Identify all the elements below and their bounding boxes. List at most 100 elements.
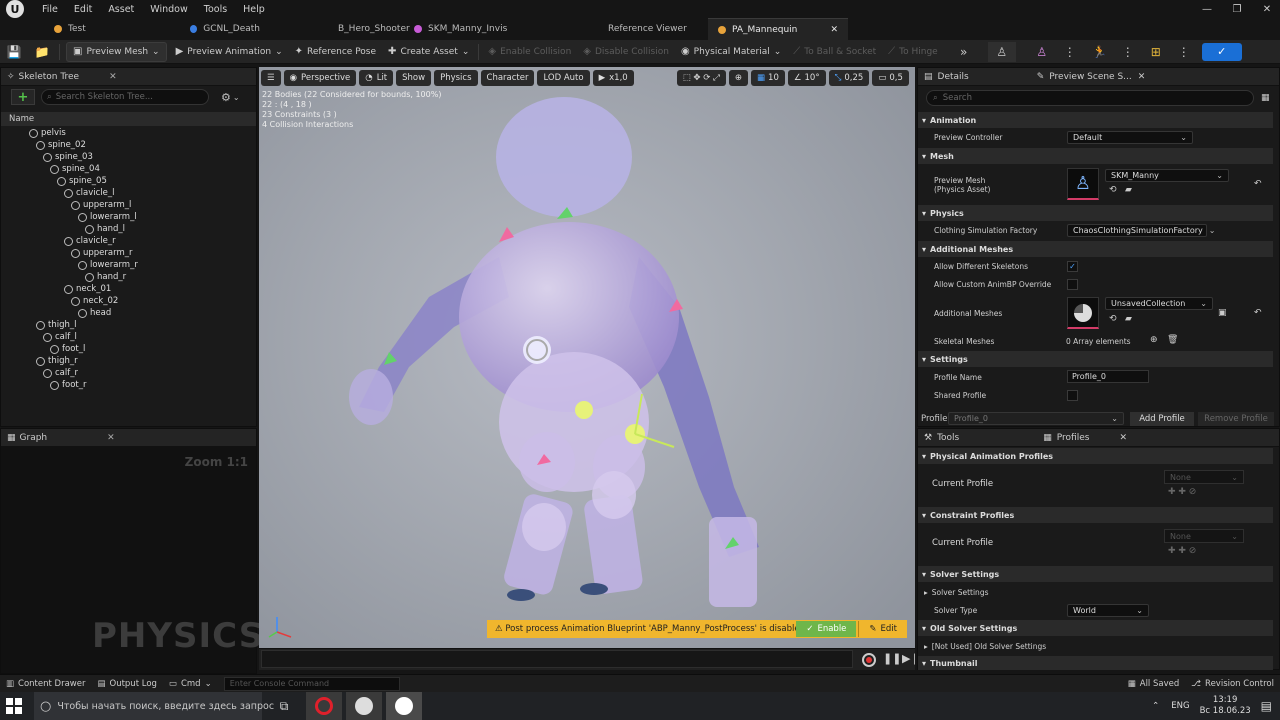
record-button[interactable]: [862, 653, 876, 667]
bone-foot-r[interactable]: foot_r: [50, 379, 86, 391]
pause-icon[interactable]: ❚❚: [883, 652, 901, 665]
obs-app-icon[interactable]: [346, 692, 382, 720]
tab-hero-shooter[interactable]: B_Hero_ShooterManneq...: [270, 18, 410, 40]
tools-tab[interactable]: Tools: [937, 433, 959, 443]
bone-neck-02[interactable]: neck_02: [71, 295, 118, 307]
bone-foot-l[interactable]: foot_l: [50, 343, 85, 355]
preview-animation-button[interactable]: ▶ Preview Animation ⌄: [170, 42, 289, 62]
shared-profile-checkbox[interactable]: [1067, 390, 1078, 401]
to-hinge-button[interactable]: ⟋ To Hinge: [882, 42, 944, 62]
tab-pa-mannequin[interactable]: PA_Mannequin ✕: [708, 18, 848, 40]
clothing-factory-dropdown[interactable]: ChaosClothingSimulationFactory ⌄: [1067, 224, 1215, 237]
task-view-icon[interactable]: ⧉: [270, 699, 298, 714]
camera-speed-button[interactable]: ▭ 0,5: [872, 70, 909, 86]
section-mesh[interactable]: ▾ Mesh: [918, 148, 1273, 164]
bone-spine-05[interactable]: spine_05: [57, 175, 107, 187]
bone-spine-03[interactable]: spine_03: [43, 151, 93, 163]
menu-window[interactable]: Window: [142, 4, 195, 15]
physics-button[interactable]: Physics: [434, 70, 478, 86]
play-rate-button[interactable]: ▶ x1,0: [592, 70, 634, 86]
viewport[interactable]: ☰ ◉ Perspective ◔ Lit Show Physics Charact…: [259, 67, 915, 670]
enable-collision-button[interactable]: ◈ Enable Collision: [482, 42, 577, 62]
preview-mesh-dropdown[interactable]: SKM_Manny ⌄: [1105, 169, 1229, 182]
section-old-solver-settings[interactable]: ▾ Old Solver Settings: [918, 620, 1273, 636]
bone-pelvis[interactable]: pelvis: [29, 127, 66, 139]
bone-hand-l[interactable]: hand_l: [85, 223, 125, 235]
profile-actions-icon[interactable]: ✚ ✚ ⊘: [1168, 487, 1196, 497]
bone-lowerarm-l[interactable]: lowerarm_l: [78, 211, 137, 223]
more-options-icon[interactable]: ⋮: [1056, 42, 1084, 62]
bone-upperarm-r[interactable]: upperarm_r: [71, 247, 132, 259]
lit-button[interactable]: ◔ Lit: [359, 70, 394, 86]
revision-control-button[interactable]: ⎇ Revision Control: [1185, 679, 1280, 689]
add-profile-button[interactable]: Add Profile: [1130, 412, 1194, 426]
preview-controller-dropdown[interactable]: Default ⌄: [1067, 131, 1193, 144]
output-log-button[interactable]: ▤ Output Log: [91, 679, 162, 689]
skeleton-mode-icon[interactable]: ♙: [987, 41, 1016, 62]
physical-animation-profile-dropdown[interactable]: None ⌄: [1164, 470, 1244, 484]
windows-start-icon[interactable]: [6, 698, 22, 714]
trash-icon[interactable]: 🗑: [1167, 335, 1178, 345]
bone-clavicle-r[interactable]: clavicle_r: [64, 235, 116, 247]
viewport-menu-button[interactable]: ☰: [261, 70, 281, 86]
to-ball-socket-button[interactable]: ⟋ To Ball & Socket: [787, 42, 882, 62]
reference-pose-button[interactable]: ✦ Reference Pose: [289, 42, 382, 62]
tab-gcnl-death[interactable]: GCNL_Death: [130, 18, 270, 40]
menu-help[interactable]: Help: [235, 4, 273, 15]
add-bone-button[interactable]: +: [11, 89, 35, 105]
save-icon[interactable]: ▣: [1218, 308, 1227, 318]
bone-clavicle-l[interactable]: clavicle_l: [64, 187, 115, 199]
use-selected-icon[interactable]: ⟲: [1109, 314, 1117, 324]
minimize-icon[interactable]: —: [1192, 0, 1222, 18]
bone-neck-01[interactable]: neck_01: [64, 283, 111, 295]
clock[interactable]: 13:19 Вс 18.06.23: [1200, 695, 1251, 717]
skm-manny-thumbnail[interactable]: ♙: [1067, 168, 1099, 200]
bone-spine-04[interactable]: spine_04: [50, 163, 100, 175]
unreal-app-icon[interactable]: [386, 692, 422, 720]
name-column-header[interactable]: Name: [1, 112, 256, 126]
tab-reference-viewer[interactable]: Reference Viewer: [550, 18, 708, 40]
browse-icon[interactable]: ▰: [1125, 185, 1132, 195]
close-icon[interactable]: ✕: [1119, 433, 1127, 443]
bone-hand-r[interactable]: hand_r: [85, 271, 126, 283]
bone-lowerarm-r[interactable]: lowerarm_r: [78, 259, 138, 271]
cmd-button[interactable]: ▭ Cmd ⌄: [163, 679, 218, 689]
remove-profile-button[interactable]: Remove Profile: [1198, 412, 1274, 426]
lod-button[interactable]: LOD Auto: [537, 70, 590, 86]
unreal-logo-icon[interactable]: U: [6, 0, 24, 18]
edit-button[interactable]: ✎ Edit: [858, 621, 907, 637]
bone-thigh-r[interactable]: thigh_r: [36, 355, 78, 367]
all-saved-button[interactable]: ▦ All Saved: [1122, 679, 1186, 689]
transform-tools[interactable]: ⬚ ✥ ⟳ ⤢: [676, 70, 726, 86]
character-button[interactable]: Character: [480, 70, 535, 86]
menu-edit[interactable]: Edit: [66, 4, 100, 15]
constraint-profile-dropdown[interactable]: None ⌄: [1164, 529, 1244, 543]
menu-tools[interactable]: Tools: [196, 4, 235, 15]
allow-different-skeletons-checkbox[interactable]: ✓: [1067, 261, 1078, 272]
bone-calf-l[interactable]: calf_l: [43, 331, 77, 343]
bone-upperarm-l[interactable]: upperarm_l: [71, 199, 131, 211]
section-animation[interactable]: ▾ Animation: [918, 112, 1273, 128]
blueprint-mode-icon[interactable]: ⊞: [1142, 42, 1170, 62]
step-forward-icon[interactable]: ▶❙: [902, 652, 915, 665]
add-element-icon[interactable]: ⊕: [1150, 335, 1158, 345]
profile-actions-icon[interactable]: ✚ ✚ ⊘: [1168, 546, 1196, 556]
close-icon[interactable]: ✕: [109, 72, 117, 82]
profile-dropdown[interactable]: Profile_0 ⌄: [948, 412, 1124, 425]
tray-chevron-icon[interactable]: ⌃: [1152, 701, 1159, 711]
section-physics[interactable]: ▾ Physics: [918, 205, 1273, 221]
details-tab[interactable]: Details: [938, 72, 969, 82]
show-button[interactable]: Show: [396, 70, 432, 86]
physics-mode-button[interactable]: ✓: [1201, 42, 1242, 61]
animation-mode-icon[interactable]: 🏃: [1086, 42, 1114, 62]
bone-calf-r[interactable]: calf_r: [43, 367, 78, 379]
angle-snap-button[interactable]: ∠ 10°: [787, 70, 826, 86]
solver-settings-row[interactable]: ▸ Solver Settings: [924, 588, 988, 597]
close-icon[interactable]: ✕: [107, 433, 115, 443]
skeleton-tree-tab[interactable]: ✧ Skeleton Tree ✕: [1, 68, 256, 86]
browse-icon[interactable]: 📁: [28, 42, 56, 62]
chevron-down-icon[interactable]: ⌄: [233, 93, 240, 102]
overflow-chevron-icon[interactable]: »: [950, 42, 978, 62]
section-settings[interactable]: ▾ Settings: [918, 351, 1273, 367]
not-used-solver-settings-row[interactable]: ▸ [Not Used] Old Solver Settings: [924, 642, 1046, 651]
